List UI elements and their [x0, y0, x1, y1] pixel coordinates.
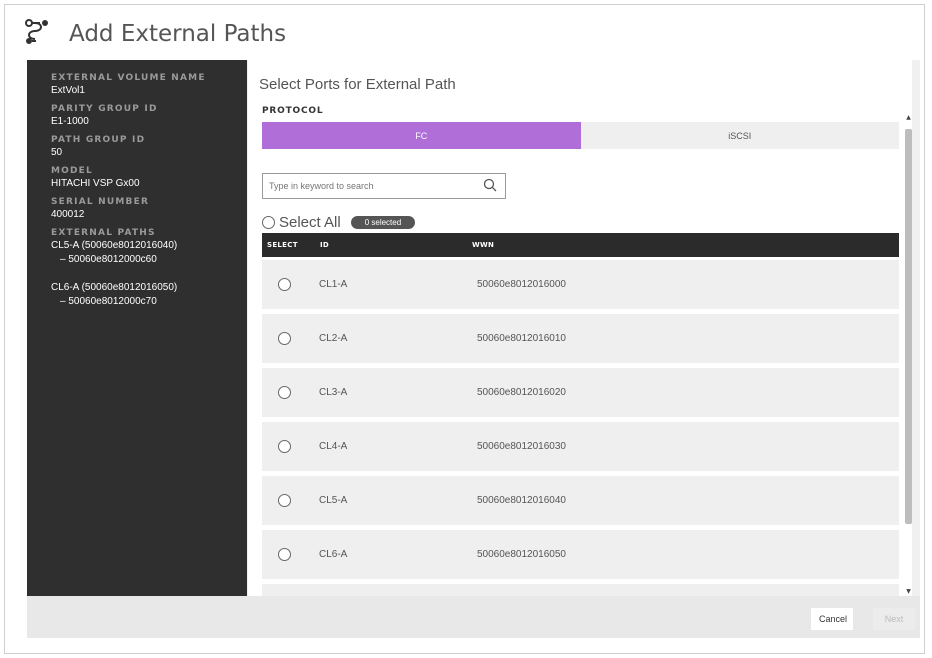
- select-all-label[interactable]: Select All: [279, 214, 341, 231]
- table-row[interactable]: CL4-A 50060e8012016030: [262, 422, 899, 471]
- port-selection-panel: Select Ports for External Path PROTOCOL …: [248, 60, 912, 596]
- table-row[interactable]: CL2-A 50060e8012016010: [262, 314, 899, 363]
- dialog-header: Add External Paths: [5, 5, 924, 63]
- port-wwn: 50060e8012016040: [477, 495, 566, 506]
- port-id: CL1-A: [319, 279, 348, 290]
- search-icon[interactable]: [483, 177, 505, 196]
- port-id: CL3-A: [319, 387, 348, 398]
- field-value: E1-1000: [51, 116, 89, 127]
- table-row[interactable]: CL5-A 50060e8012016040: [262, 476, 899, 525]
- search-input[interactable]: [263, 174, 483, 198]
- table-row[interactable]: CL3-A 50060e8012016020: [262, 368, 899, 417]
- scroll-up-arrow-icon[interactable]: ▲: [904, 113, 913, 121]
- row-select-radio[interactable]: [278, 440, 291, 453]
- sidebar-field: EXTERNAL VOLUME NAME ExtVol1: [51, 72, 247, 98]
- external-paths-label: EXTERNAL PATHS: [51, 228, 156, 238]
- field-value: 400012: [51, 209, 85, 220]
- column-header-wwn: WWN: [472, 241, 495, 249]
- field-label: PATH GROUP ID: [51, 135, 146, 145]
- path-connection-icon: [23, 17, 53, 51]
- dialog-footer: Cancel Next: [27, 596, 920, 638]
- sidebar-field: PATH GROUP ID 50: [51, 134, 247, 160]
- scroll-track[interactable]: [904, 121, 913, 587]
- select-all-control: Select All 0 selected: [262, 214, 416, 231]
- sidebar-field: MODEL HITACHI VSP Gx00: [51, 165, 247, 191]
- path-port: CL6-A (50060e8012016050): [51, 282, 178, 293]
- section-title: Select Ports for External Path: [259, 76, 456, 93]
- port-wwn: 50060e8012016030: [477, 441, 566, 452]
- field-value: 50: [51, 147, 63, 158]
- protocol-toggle: FC iSCSI: [262, 122, 899, 149]
- select-all-radio[interactable]: [262, 216, 275, 229]
- next-button[interactable]: Next: [873, 608, 915, 630]
- port-id: CL4-A: [319, 441, 348, 452]
- port-id: CL5-A: [319, 495, 348, 506]
- field-label: SERIAL NUMBER: [51, 197, 150, 207]
- selected-count-badge: 0 selected: [350, 216, 416, 229]
- path-target: – 50060e8012000c70: [60, 296, 157, 307]
- field-label: EXTERNAL VOLUME NAME: [51, 73, 206, 83]
- sidebar-field: PARITY GROUP ID E1-1000: [51, 103, 247, 129]
- port-wwn: 50060e8012016000: [477, 279, 566, 290]
- table-row-partial[interactable]: [262, 584, 899, 596]
- path-target: – 50060e8012000c60: [60, 254, 157, 265]
- dialog-title: Add External Paths: [69, 21, 287, 47]
- port-id: CL2-A: [319, 333, 348, 344]
- row-select-radio[interactable]: [278, 494, 291, 507]
- search-box: [262, 173, 506, 199]
- field-label: MODEL: [51, 166, 93, 176]
- port-wwn: 50060e8012016020: [477, 387, 566, 398]
- cancel-button[interactable]: Cancel: [811, 608, 853, 630]
- scroll-thumb[interactable]: [905, 129, 912, 524]
- port-table-body: CL1-A 50060e8012016000 CL2-A 50060e80120…: [262, 257, 899, 596]
- port-wwn: 50060e8012016050: [477, 549, 566, 560]
- row-select-radio[interactable]: [278, 386, 291, 399]
- protocol-label: PROTOCOL: [262, 106, 324, 116]
- protocol-iscsi-tab[interactable]: iSCSI: [580, 122, 899, 149]
- scroll-down-arrow-icon[interactable]: ▼: [904, 587, 913, 595]
- row-select-radio[interactable]: [278, 332, 291, 345]
- table-row[interactable]: CL6-A 50060e8012016050: [262, 530, 899, 579]
- volume-info-sidebar: EXTERNAL VOLUME NAME ExtVol1 PARITY GROU…: [27, 60, 247, 596]
- protocol-fc-tab[interactable]: FC: [262, 122, 581, 149]
- field-label: PARITY GROUP ID: [51, 104, 158, 114]
- field-value: HITACHI VSP Gx00: [51, 178, 140, 189]
- row-select-radio[interactable]: [278, 278, 291, 291]
- field-value: ExtVol1: [51, 85, 85, 96]
- column-header-id: ID: [320, 241, 330, 249]
- table-row[interactable]: CL1-A 50060e8012016000: [262, 260, 899, 309]
- port-wwn: 50060e8012016010: [477, 333, 566, 344]
- port-id: CL6-A: [319, 549, 348, 560]
- vertical-scrollbar[interactable]: ▲ ▼: [904, 113, 913, 595]
- table-header: SELECT ID WWN: [262, 233, 899, 257]
- row-select-radio[interactable]: [278, 548, 291, 561]
- column-header-select: SELECT: [267, 241, 298, 249]
- path-port: CL5-A (50060e8012016040): [51, 240, 178, 251]
- external-path-item: CL5-A (50060e8012016040) – 50060e8012000…: [51, 239, 247, 267]
- external-path-item: CL6-A (50060e8012016050) – 50060e8012000…: [51, 281, 247, 309]
- sidebar-field: SERIAL NUMBER 400012: [51, 196, 247, 222]
